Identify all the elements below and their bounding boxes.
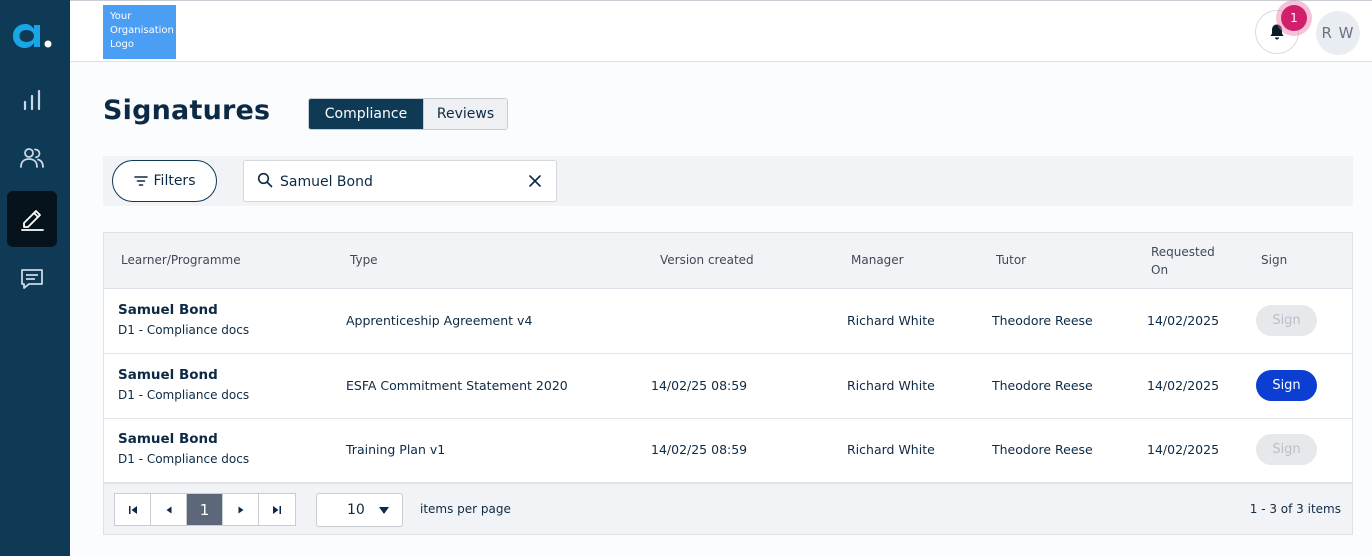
- signatures-table: Learner/Programme Type Version created M…: [103, 232, 1353, 535]
- user-avatar[interactable]: R W: [1316, 11, 1360, 55]
- clear-search-icon[interactable]: [528, 174, 542, 188]
- programme-name: D1 - Compliance docs: [118, 452, 250, 466]
- document-type: ESFA Commitment Statement 2020: [346, 378, 568, 393]
- tutor-name: Theodore Reese: [992, 378, 1093, 393]
- table-row: Samuel Bond D1 - Compliance docs Apprent…: [104, 289, 1352, 354]
- page-size-value: 10: [347, 502, 365, 518]
- brand-logo-icon[interactable]: [12, 18, 54, 54]
- sidebar-item-dashboard[interactable]: [7, 72, 57, 128]
- first-page-button[interactable]: [115, 494, 151, 525]
- header-version[interactable]: Version created: [660, 253, 754, 267]
- header-requested[interactable]: Requested On: [1151, 243, 1221, 279]
- pagination-bar: 1 10 items per page 1 - 3 of 3 items: [104, 483, 1352, 534]
- search-icon: [257, 172, 273, 188]
- users-icon: [20, 148, 44, 168]
- sign-button[interactable]: Sign: [1256, 370, 1317, 401]
- chat-icon: [21, 269, 43, 289]
- pagination-info: 1 - 3 of 3 items: [1249, 502, 1341, 516]
- programme-name: D1 - Compliance docs: [118, 388, 250, 402]
- header-sign: Sign: [1261, 253, 1288, 267]
- sign-button: Sign: [1256, 434, 1317, 465]
- learner-name: Samuel Bond: [118, 367, 218, 383]
- filter-icon: [133, 176, 148, 186]
- tutor-name: Theodore Reese: [992, 313, 1093, 328]
- sidebar-item-signatures[interactable]: [7, 191, 57, 247]
- next-page-icon: [238, 506, 243, 513]
- sidebar: [0, 0, 70, 556]
- previous-page-button[interactable]: [151, 494, 187, 525]
- learner-name: Samuel Bond: [118, 431, 218, 447]
- tab-reviews[interactable]: Reviews: [423, 99, 507, 129]
- filters-button-label: Filters: [153, 173, 196, 189]
- search-box: [243, 160, 557, 202]
- sidebar-item-messages[interactable]: [7, 251, 57, 307]
- header-manager[interactable]: Manager: [851, 253, 904, 267]
- bar-chart-icon: [23, 89, 41, 111]
- table-header: Learner/Programme Type Version created M…: [104, 233, 1352, 289]
- search-input[interactable]: [280, 171, 520, 193]
- requested-date: 14/02/2025: [1147, 313, 1220, 328]
- requested-date: 14/02/2025: [1147, 442, 1220, 457]
- top-header: Your Organisation Logo 1 R W: [70, 0, 1372, 62]
- tutor-name: Theodore Reese: [992, 442, 1093, 457]
- next-page-button[interactable]: [223, 494, 259, 525]
- learner-name: Samuel Bond: [118, 302, 218, 318]
- document-type: Training Plan v1: [346, 442, 446, 457]
- page-number-button[interactable]: 1: [187, 494, 223, 525]
- last-page-icon: [273, 505, 281, 514]
- organisation-logo: Your Organisation Logo: [103, 5, 176, 59]
- previous-page-icon: [166, 506, 171, 513]
- header-tutor[interactable]: Tutor: [996, 253, 1026, 267]
- first-page-icon: [128, 505, 137, 514]
- version-created: 14/02/25 08:59: [651, 378, 748, 393]
- sign-button: Sign: [1256, 305, 1317, 336]
- pen-signature-icon: [21, 210, 44, 231]
- header-learner[interactable]: Learner/Programme: [121, 253, 241, 267]
- table-row: Samuel Bond D1 - Compliance docs Trainin…: [104, 418, 1352, 483]
- version-created: 14/02/25 08:59: [651, 442, 748, 457]
- header-type[interactable]: Type: [350, 253, 378, 267]
- manager-name: Richard White: [847, 313, 935, 328]
- document-type: Apprenticeship Agreement v4: [346, 313, 533, 328]
- table-row: Samuel Bond D1 - Compliance docs ESFA Co…: [104, 354, 1352, 419]
- last-page-button[interactable]: [259, 494, 295, 525]
- programme-name: D1 - Compliance docs: [118, 323, 250, 337]
- tab-group: Compliance Reviews: [308, 98, 508, 130]
- pagination-controls: 1: [114, 493, 296, 526]
- tab-compliance[interactable]: Compliance: [309, 99, 423, 129]
- filters-button[interactable]: Filters: [112, 160, 217, 202]
- notification-badge: 1: [1281, 5, 1307, 31]
- page-title: Signatures: [103, 95, 271, 126]
- page-size-select[interactable]: 10: [316, 493, 403, 527]
- manager-name: Richard White: [847, 442, 935, 457]
- sidebar-item-learners[interactable]: [7, 130, 57, 186]
- page-size-label: items per page: [420, 502, 511, 516]
- manager-name: Richard White: [847, 378, 935, 393]
- filter-bar: Filters: [103, 156, 1353, 206]
- chevron-down-icon: [379, 507, 389, 514]
- requested-date: 14/02/2025: [1147, 378, 1220, 393]
